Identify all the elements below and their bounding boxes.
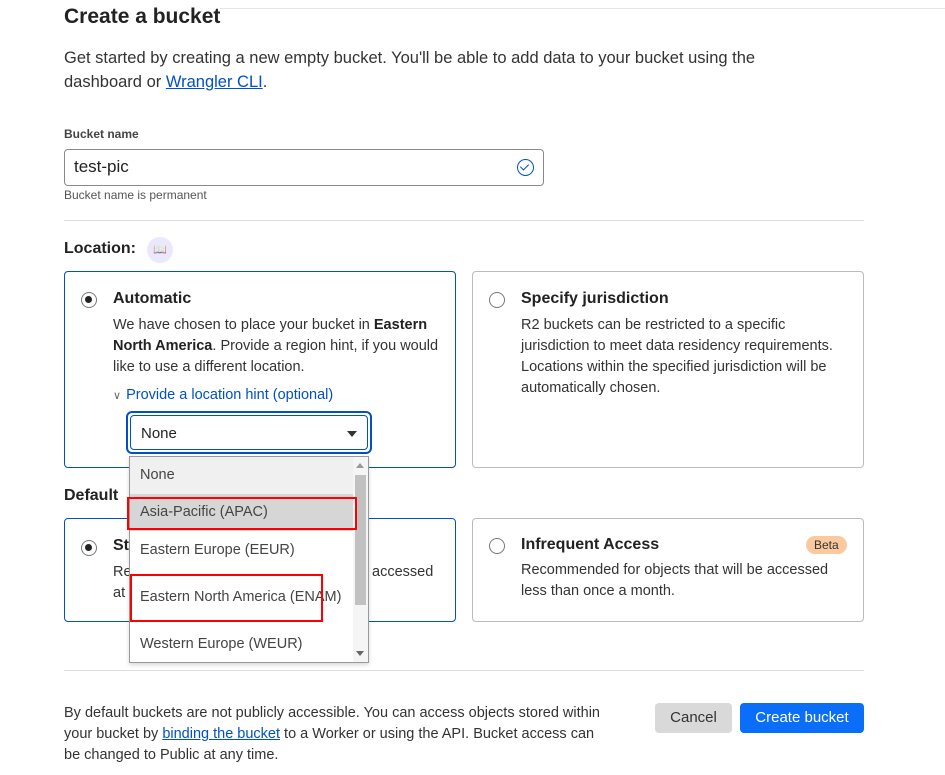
book-icon[interactable]: 📖 [147,237,173,263]
annotation-box-enam [130,574,323,622]
standard-radio[interactable] [81,540,97,556]
caret-down-icon [347,431,357,437]
standard-description-line2: at [113,585,126,601]
scrollbar-thumb[interactable] [355,475,366,605]
create-bucket-button[interactable]: Create bucket [740,703,864,733]
wrangler-cli-link[interactable]: Wrangler CLI [166,73,263,91]
infrequent-description: Recommended for objects that will be acc… [521,562,829,599]
infrequent-radio[interactable] [489,538,505,554]
scroll-up-icon[interactable] [356,463,364,468]
chevron-down-icon: ∨ [113,390,122,402]
infrequent-title: Infrequent Access [521,536,660,553]
beta-badge: Beta [806,536,847,554]
top-divider [220,8,945,9]
jurisdiction-title: Specify jurisdiction [521,290,669,307]
automatic-description: We have chosen to place your bucket in E… [113,317,439,375]
cancel-button[interactable]: Cancel [655,703,732,733]
jurisdiction-description: R2 buckets can be restricted to a specif… [521,317,833,396]
jurisdiction-radio[interactable] [489,292,505,308]
divider [64,670,864,671]
option-weur[interactable]: Western Europe (WEUR) [130,626,353,663]
option-none[interactable]: None [130,457,353,494]
bucket-name-hint: Bucket name is permanent [64,188,207,202]
check-circle-icon [517,159,534,176]
bucket-name-label: Bucket name [64,127,139,141]
standard-description-end: accessed [372,564,434,580]
intro-text: Get started by creating a new empty buck… [64,49,756,91]
scroll-down-icon[interactable] [356,651,364,656]
location-hint-select[interactable]: None [126,411,372,454]
option-eeur[interactable]: Eastern Europe (EEUR) [130,531,353,569]
dropdown-scrollbar[interactable] [353,457,368,662]
binding-bucket-link[interactable]: binding the bucket [162,726,280,742]
location-dropdown-list[interactable]: None Asia-Pacific (APAC) Eastern Europe … [129,456,369,663]
annotation-box-apac [127,497,357,530]
location-label: Location: [64,240,136,257]
automatic-title: Automatic [113,290,192,307]
storage-class-label: Default [64,487,119,504]
bucket-name-input[interactable]: test-pic [64,149,544,186]
standard-title: St [113,537,129,554]
automatic-radio[interactable] [81,292,97,308]
footer-note: By default buckets are not publicly acce… [64,705,600,763]
location-hint-toggle[interactable]: ∨ Provide a location hint (optional) [113,387,333,403]
divider [64,220,864,221]
page-title: Create a bucket [64,5,221,28]
